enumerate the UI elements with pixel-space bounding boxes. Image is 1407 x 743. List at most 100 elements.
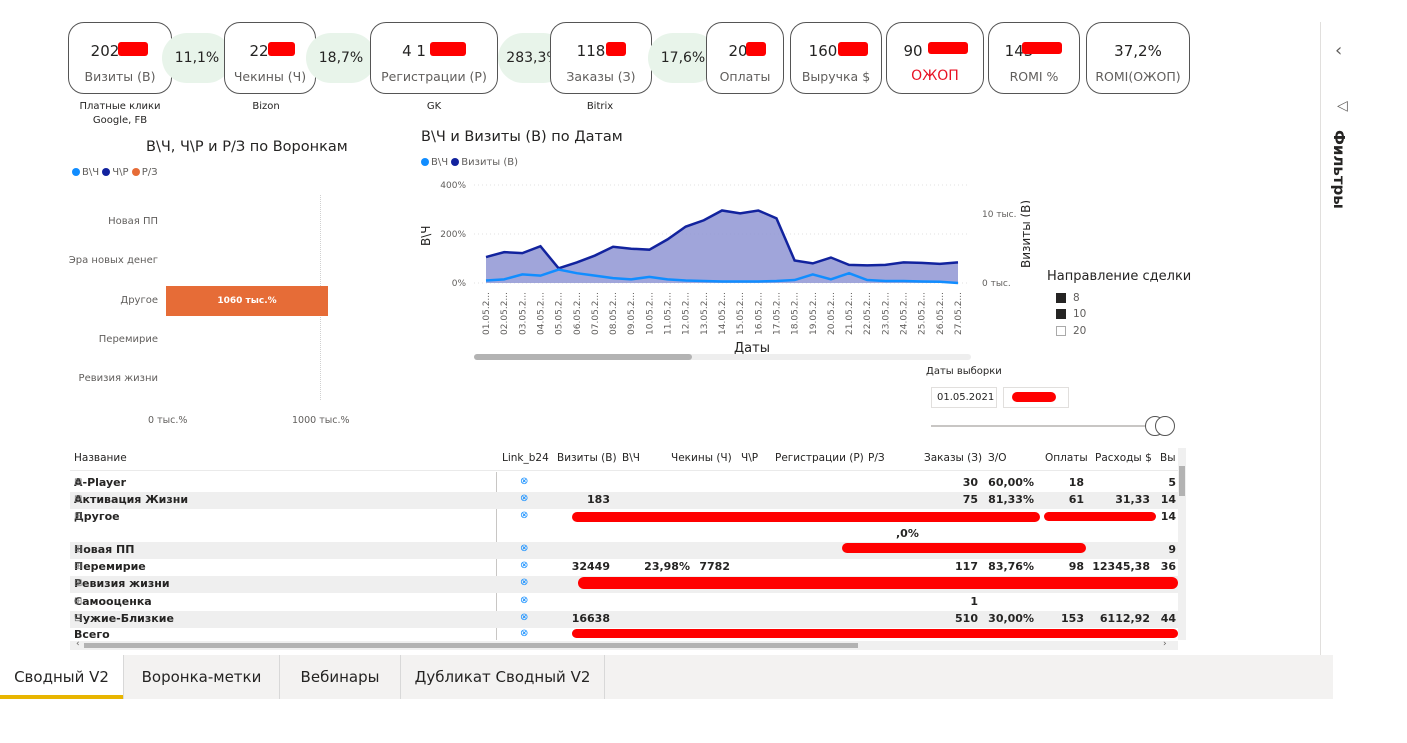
direction-item[interactable]: 8 xyxy=(1056,292,1080,304)
x-tick-label: 05.05.2... xyxy=(555,292,565,335)
legend-item[interactable]: Р/З xyxy=(131,167,158,178)
x-tick-label: 01.05.2... xyxy=(482,292,492,335)
tab-voronka-metki[interactable]: Воронка-метки xyxy=(124,655,280,699)
area-chart[interactable]: 400% 200% 0% 10 тыс. 0 тыс. В\Ч Визиты (В) 01.0… xyxy=(410,170,1030,370)
x-tick-label: 19.05.2... xyxy=(809,292,819,335)
expand-icon[interactable]: ⊞ xyxy=(74,596,82,607)
kpi-card-registrations[interactable]: 4 1 Регистрации (Р) xyxy=(370,22,498,94)
x-tick-label: 16.05.2... xyxy=(754,292,764,335)
expand-icon[interactable]: ⊟ xyxy=(74,613,82,624)
table-row[interactable]: ⊟ Чужие-Близкие ⊗ 16638 510 30,00% 153 6112,92 4… xyxy=(70,611,1178,628)
area-legend: В\Ч Визиты (В) xyxy=(421,157,518,168)
link-icon[interactable]: ⊗ xyxy=(520,612,528,623)
link-icon[interactable]: ⊗ xyxy=(520,595,528,606)
table-row[interactable]: ⊞ A-Player ⊗ 30 60,00% 18 5 xyxy=(70,475,1178,492)
kpi-card-checkins[interactable]: 22 Чекины (Ч) xyxy=(224,22,316,94)
table-cell: 30 xyxy=(962,476,978,489)
y-axis-title: В\Ч xyxy=(419,225,433,246)
kpi-value: 37,2% xyxy=(1114,42,1162,60)
legend-item[interactable]: Визиты (В) xyxy=(451,157,518,168)
link-icon[interactable]: ⊗ xyxy=(520,560,528,571)
x-tick-label: 02.05.2... xyxy=(500,292,510,335)
direction-item[interactable]: 20 xyxy=(1056,325,1086,337)
table-cell: 153 xyxy=(1061,612,1084,625)
category-label: Новая ПП xyxy=(108,216,158,227)
x-tick-label: 20.05.2... xyxy=(827,292,837,335)
x-tick-label: 04.05.2... xyxy=(536,292,546,335)
category-label: Перемирие xyxy=(98,334,158,345)
x-tick-label: 17.05.2... xyxy=(772,292,782,335)
table-row[interactable]: ⊞ Активация Жизни ⊗ 183 75 81,33% 61 31,33 14 xyxy=(70,492,1178,509)
x-tick-label: 22.05.2... xyxy=(863,292,873,335)
date-slider-track[interactable] xyxy=(931,425,1159,427)
kpi-card-romi-ozhop[interactable]: 37,2% ROMI(ОЖОП) xyxy=(1086,22,1190,94)
link-icon[interactable]: ⊗ xyxy=(520,510,528,521)
chart-scrollbar-thumb[interactable] xyxy=(474,354,692,360)
expand-icon[interactable]: ⊞ xyxy=(74,511,82,522)
date-from-input[interactable]: 01.05.2021 xyxy=(931,387,997,408)
column-header[interactable]: Вы xyxy=(1160,452,1176,464)
kpi-label: Визиты (В) xyxy=(84,69,156,84)
link-icon[interactable]: ⊗ xyxy=(520,493,528,504)
x-tick-label: 12.05.2... xyxy=(682,292,692,335)
table-cell: 36 xyxy=(1160,560,1176,573)
funnel-bar[interactable]: 1060 тыс.% xyxy=(166,286,328,316)
expand-icon[interactable]: ⊞ xyxy=(74,578,82,589)
table-horizontal-scrollbar-thumb[interactable] xyxy=(84,643,858,648)
bar-data-label: 1060 тыс.% xyxy=(217,296,277,306)
date-slicer-title: Даты выборки xyxy=(926,366,1002,377)
legend-item[interactable]: В\Ч xyxy=(72,167,99,178)
expand-icon[interactable]: ⊞ xyxy=(74,544,82,555)
tab-duplicate-svodny-v2[interactable]: Дубликат Сводный V2 xyxy=(401,655,605,699)
x-tick-label: 09.05.2... xyxy=(627,292,637,335)
x-tick-label: 24.05.2... xyxy=(900,292,910,335)
x-tick-label: 06.05.2... xyxy=(573,292,583,335)
expand-icon[interactable]: ⊞ xyxy=(74,477,82,488)
tab-svodny-v2[interactable]: Сводный V2 xyxy=(0,655,124,699)
pane-divider xyxy=(1320,22,1321,655)
column-header[interactable]: Название xyxy=(74,452,127,464)
legend-item[interactable]: В\Ч xyxy=(421,157,448,168)
expand-icon[interactable]: ⊞ xyxy=(74,561,82,572)
y2-tick-label: 0 тыс. xyxy=(982,279,1011,289)
x-tick-label: 0 тыс.% xyxy=(148,415,188,426)
table-cell: 12345,38 xyxy=(1092,560,1150,573)
direction-label: 20 xyxy=(1073,325,1087,337)
link-icon[interactable]: ⊗ xyxy=(520,628,528,639)
column-header[interactable]: Визиты (В) xyxy=(557,452,617,464)
kpi-label: Выручка $ xyxy=(801,69,871,84)
link-icon[interactable]: ⊗ xyxy=(520,476,528,487)
direction-legend-title: Направление сделки xyxy=(1047,269,1192,284)
expand-filters-icon[interactable]: ‹ xyxy=(1335,40,1342,61)
column-header[interactable]: Ч\Р xyxy=(741,452,758,464)
column-header[interactable]: З/О xyxy=(988,452,1007,464)
row-name-text: Новая ПП xyxy=(74,543,135,556)
scroll-left-icon[interactable]: ‹ xyxy=(76,639,80,649)
table-row[interactable]: ⊞ Перемирие ⊗ 32449 23,98% 7782 117 83,76% 98 123… xyxy=(70,559,1178,576)
legend-item[interactable]: Ч\Р xyxy=(102,167,129,178)
redaction-mark xyxy=(268,42,295,56)
column-header[interactable]: Оплаты xyxy=(1045,452,1088,464)
kpi-card-visits[interactable]: 202 Визиты (В) xyxy=(68,22,172,94)
table-vertical-scrollbar-thumb[interactable] xyxy=(1179,466,1185,496)
kpi-card-romi[interactable]: 143 ROMI % xyxy=(988,22,1080,94)
table-cell: 83,76% xyxy=(988,560,1034,573)
column-header[interactable]: Р/З xyxy=(868,452,885,464)
column-header[interactable]: Регистрации (Р) xyxy=(775,452,864,464)
column-header[interactable]: Заказы (З) xyxy=(924,452,982,464)
filters-pane-label[interactable]: Фильтры xyxy=(1330,130,1348,209)
tab-webinars[interactable]: Вебинары xyxy=(280,655,401,699)
scroll-right-icon[interactable]: › xyxy=(1163,639,1167,649)
column-header[interactable]: Расходы $ xyxy=(1095,452,1152,464)
column-header[interactable]: Link_b24 xyxy=(502,452,549,464)
date-slider-handle[interactable] xyxy=(1155,416,1175,436)
column-header[interactable]: В\Ч xyxy=(622,452,640,464)
link-icon[interactable]: ⊗ xyxy=(520,543,528,554)
column-header[interactable]: Чекины (Ч) xyxy=(671,452,732,464)
table-row[interactable]: ⊞ Самооценка ⊗ 1 xyxy=(70,594,1178,611)
legend-label: В\Ч xyxy=(82,167,100,178)
kpi-card-orders[interactable]: 118 Заказы (З) xyxy=(550,22,652,94)
expand-icon[interactable]: ⊞ xyxy=(74,494,82,505)
direction-item[interactable]: 10 xyxy=(1056,308,1086,320)
link-icon[interactable]: ⊗ xyxy=(520,577,528,588)
